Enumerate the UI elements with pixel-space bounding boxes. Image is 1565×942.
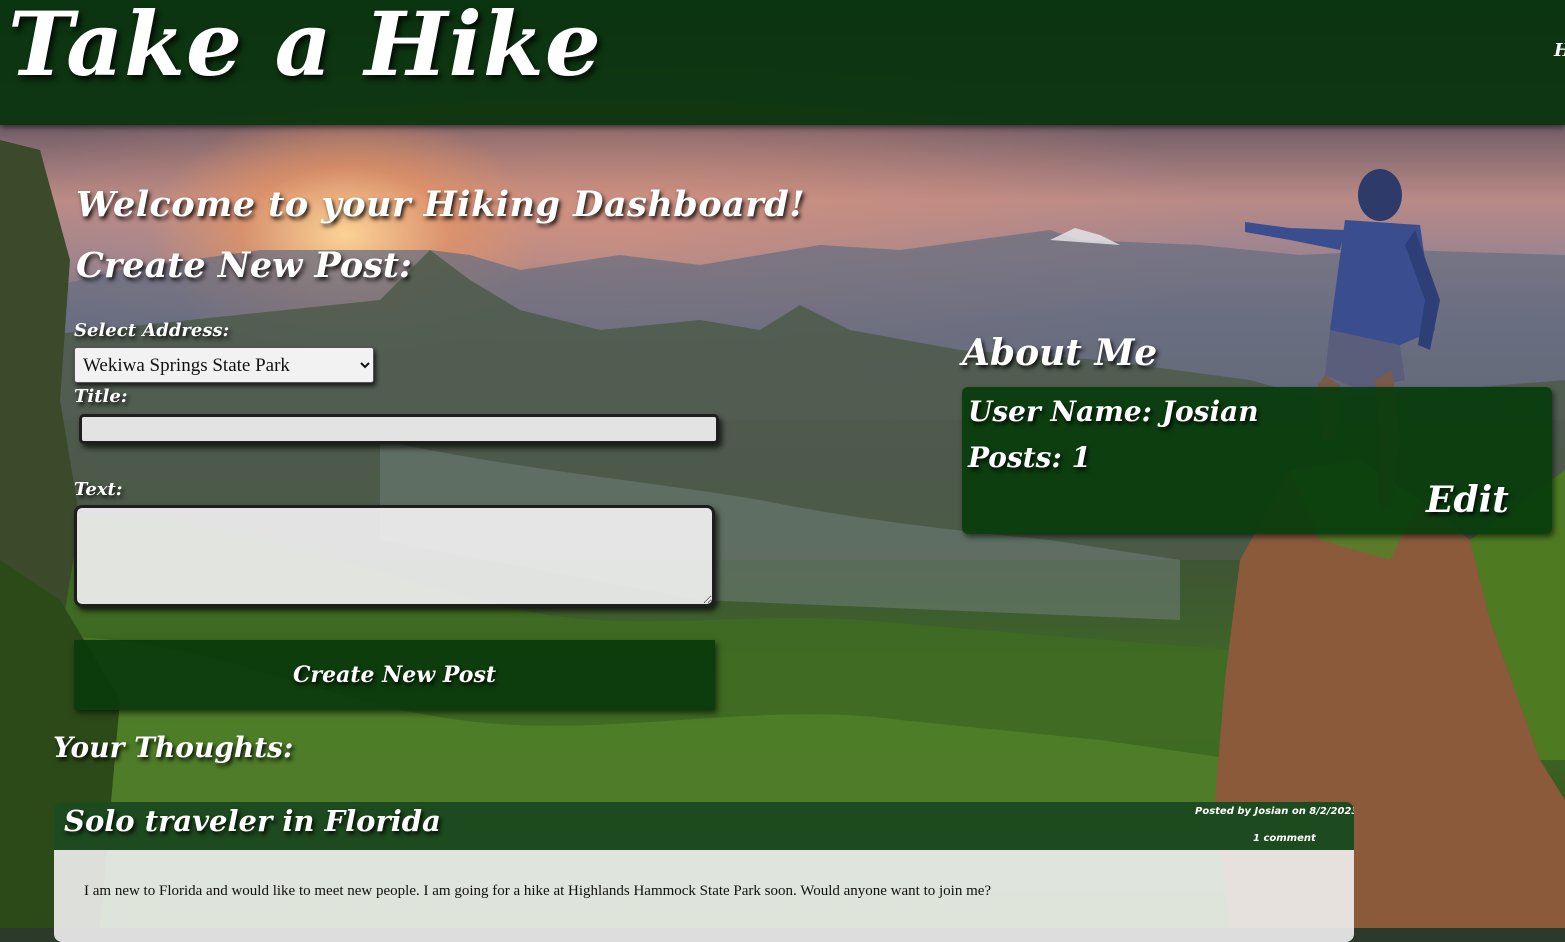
about-user-name: User Name: Josian <box>968 395 1259 428</box>
title-label: Title: <box>74 386 128 407</box>
about-me-heading: About Me <box>962 332 1158 374</box>
post-header: Solo traveler in Florida Posted by Josia… <box>54 802 1354 850</box>
post-meta: Posted by Josian on 8/2/2023 <box>1195 806 1354 817</box>
about-post-count: Posts: 1 <box>968 441 1092 474</box>
text-label: Text: <box>74 479 123 500</box>
create-post-heading: Create New Post: <box>76 245 412 286</box>
post-body: I am new to Florida and would like to me… <box>54 850 1354 942</box>
site-title[interactable]: Take a Hike <box>8 0 602 96</box>
address-label: Select Address: <box>74 320 230 341</box>
edit-profile-button[interactable]: Edit <box>1426 479 1509 521</box>
create-post-button[interactable]: Create New Post <box>74 640 715 710</box>
nav-home-link[interactable]: H <box>1554 40 1565 61</box>
post-text: I am new to Florida and would like to me… <box>84 883 992 899</box>
site-header: Take a Hike H <box>0 0 1565 125</box>
your-thoughts-heading: Your Thoughts: <box>53 731 294 764</box>
post-title[interactable]: Solo traveler in Florida <box>64 804 441 838</box>
dashboard-welcome-heading: Welcome to your Hiking Dashboard! <box>76 184 806 225</box>
title-input[interactable] <box>79 414 719 444</box>
text-input[interactable] <box>74 505 715 607</box>
address-select[interactable]: Wekiwa Springs State Park <box>74 347 374 383</box>
about-me-card: User Name: Josian Posts: 1 Edit <box>962 387 1552 534</box>
post-comments-link[interactable]: 1 comment <box>1253 833 1316 844</box>
post-card: Solo traveler in Florida Posted by Josia… <box>54 802 1354 942</box>
